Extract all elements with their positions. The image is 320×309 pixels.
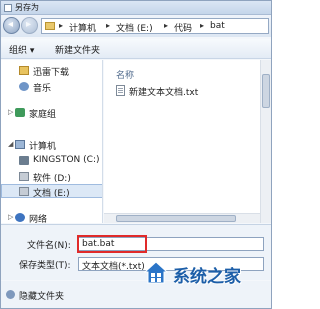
column-header-name[interactable]: 名称 (116, 68, 134, 81)
nav-item-computer[interactable]: ◢ 计算机 (1, 138, 102, 152)
watermark-logo-icon (143, 261, 169, 284)
nav-item-label: 文档 (E:) (33, 189, 70, 199)
folder-icon (45, 22, 55, 30)
address-row: ◂ ▸ ▸ 计算机 ▸ 文档 (E:) ▸ 代码 ▸ bat (1, 15, 271, 37)
nav-item-label: 音乐 (33, 84, 52, 94)
scrollbar-thumb[interactable] (116, 215, 236, 222)
window-title: 另存为 (15, 3, 39, 12)
breadcrumb-separator: ▸ (59, 21, 64, 30)
nav-item-kingston-c[interactable]: KINGSTON (C:) (1, 154, 102, 168)
usb-drive-icon (19, 156, 29, 165)
chevron-up-icon (6, 290, 15, 299)
breadcrumb-drive-e[interactable]: 文档 (E:) (116, 21, 153, 34)
nav-item-label: 计算机 (29, 142, 57, 152)
save-type-value: 文本文档(*.txt) (82, 262, 145, 272)
drive-icon (19, 187, 29, 196)
breadcrumb-code[interactable]: 代码 (174, 21, 192, 34)
save-type-label: 保存类型(T): (19, 261, 71, 271)
computer-icon (15, 140, 25, 149)
chevron-right-icon[interactable]: ▷ (8, 213, 13, 221)
homegroup-icon (15, 108, 25, 117)
folder-icon (19, 66, 29, 75)
text-file-icon (116, 85, 125, 96)
hide-folders-label: 隐藏文件夹 (19, 292, 65, 302)
nav-item-label: 网络 (29, 215, 48, 223)
chevron-down-icon[interactable]: ◢ (8, 140, 13, 148)
nav-item-xunlei-downloads[interactable]: 迅雷下载 (1, 64, 102, 78)
window-icon (4, 4, 12, 12)
nav-item-drive-e[interactable]: 文档 (E:) (1, 184, 102, 199)
filename-highlight-box (77, 235, 147, 253)
new-folder-button[interactable]: 新建文件夹 (55, 43, 100, 56)
navigation-pane: 迅雷下载 音乐 ▷ 家庭组 ◢ 计算机 KINGSTON (C:) 软件 (D:… (1, 60, 103, 223)
title-bar: 另存为 (1, 1, 271, 15)
network-icon (15, 213, 25, 222)
file-list: 名称 新建文本文档.txt (104, 60, 260, 223)
filename-label: 文件名(N): (27, 241, 71, 251)
nav-item-label: KINGSTON (C:) (33, 155, 100, 165)
breadcrumb-bat[interactable]: bat (210, 21, 225, 31)
arrow-right-icon: ▸ (26, 19, 32, 30)
hide-folders-button[interactable]: 隐藏文件夹 (6, 289, 96, 302)
forward-button[interactable]: ▸ (21, 17, 38, 34)
nav-item-network[interactable]: ▷ 网络 (1, 211, 102, 223)
watermark-text: 系统之家 (173, 267, 241, 287)
nav-item-label: 迅雷下载 (33, 68, 70, 78)
chevron-right-icon[interactable]: ▷ (8, 108, 13, 116)
organize-button[interactable]: 组织 ▾ (9, 43, 34, 56)
breadcrumb-computer[interactable]: 计算机 (69, 21, 96, 34)
drive-icon (19, 172, 29, 181)
file-item[interactable]: 新建文本文档.txt (114, 84, 254, 98)
nav-item-homegroup[interactable]: ▷ 家庭组 (1, 106, 102, 120)
nav-item-label: 软件 (D:) (33, 174, 71, 184)
vertical-scrollbar[interactable] (260, 60, 271, 223)
address-bar[interactable]: ▸ 计算机 ▸ 文档 (E:) ▸ 代码 ▸ bat (41, 18, 269, 34)
watermark: 系统之家 (141, 257, 271, 291)
arrow-left-icon: ◂ (8, 19, 14, 30)
breadcrumb-separator: ▸ (200, 21, 205, 30)
scrollbar-thumb[interactable] (262, 74, 270, 108)
breadcrumb-separator: ▸ (164, 21, 169, 30)
horizontal-scrollbar[interactable] (104, 213, 260, 223)
toolbar: 组织 ▾ 新建文件夹 (1, 39, 271, 59)
file-name: 新建文本文档.txt (129, 88, 199, 98)
music-icon (19, 82, 29, 91)
save-as-dialog: 另存为 ◂ ▸ ▸ 计算机 ▸ 文档 (E:) ▸ 代码 ▸ bat 组织 ▾ … (0, 0, 272, 309)
nav-item-music[interactable]: 音乐 (1, 80, 102, 94)
nav-item-label: 家庭组 (29, 110, 57, 120)
back-button[interactable]: ◂ (3, 17, 20, 34)
nav-item-drive-d[interactable]: 软件 (D:) (1, 170, 102, 184)
breadcrumb-separator: ▸ (106, 21, 111, 30)
